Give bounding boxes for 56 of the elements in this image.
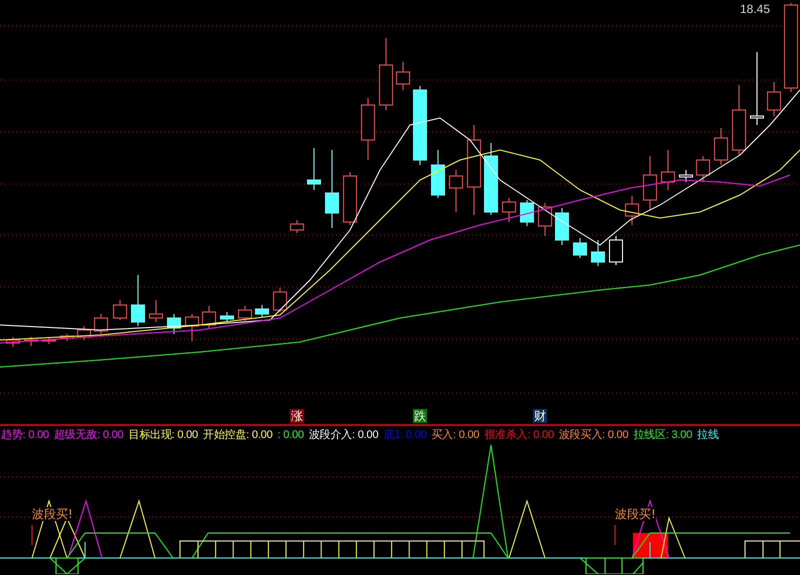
indicator-value: 趋势: 0.00 xyxy=(1,428,49,442)
candlestick xyxy=(555,208,569,246)
candlestick xyxy=(396,62,410,90)
candlestick xyxy=(431,150,445,198)
chart-marker: 财 xyxy=(533,409,547,423)
candlestick xyxy=(573,238,587,258)
candlestick xyxy=(273,288,287,312)
candlestick xyxy=(732,84,746,156)
candlestick xyxy=(591,240,605,266)
indicator-value: 波段买入: 0.00 xyxy=(558,428,628,442)
candlestick xyxy=(767,82,781,116)
signal-label: 波段买! xyxy=(615,507,656,521)
candlestick xyxy=(609,236,623,266)
indicator-value: 拉线 xyxy=(697,428,719,442)
indicator-value: : 0.00 xyxy=(278,428,304,440)
candlestick xyxy=(625,196,639,226)
candlestick xyxy=(42,338,56,344)
indicator-value: 超级无敌: 0.00 xyxy=(54,428,124,442)
candlestick xyxy=(679,170,693,182)
candlestick xyxy=(449,170,463,212)
indicator-value: 买入: 0.00 xyxy=(431,428,480,442)
candlestick xyxy=(255,304,269,318)
candlestick xyxy=(60,334,74,342)
indicator-value: 开始控盘: 0.00 xyxy=(202,428,273,442)
candlestick xyxy=(167,314,181,334)
candlestick xyxy=(113,300,127,320)
candlestick xyxy=(202,306,216,328)
candlestick xyxy=(361,98,375,160)
indicator-value: 很准杀入: 0.00 xyxy=(484,428,554,442)
candlestick xyxy=(307,148,321,190)
candlestick xyxy=(238,306,252,322)
candlestick xyxy=(696,156,710,182)
candlestick xyxy=(661,150,675,190)
candlestick xyxy=(77,326,91,340)
candlestick xyxy=(643,156,657,210)
signal-label: 波段买! xyxy=(32,507,73,521)
chart-marker: 跌 xyxy=(413,409,427,423)
indicator-value: 目标出现: 0.00 xyxy=(128,428,198,442)
candlestick xyxy=(502,198,516,222)
indicator-value: 波段介入: 0.00 xyxy=(308,428,378,442)
candlestick xyxy=(520,200,534,226)
candlestick xyxy=(220,312,234,322)
candlestick xyxy=(290,220,304,234)
indicator-value: 拉线区: 3.00 xyxy=(633,428,692,442)
candlestick xyxy=(185,314,199,342)
candlestick xyxy=(538,202,552,236)
candlestick xyxy=(6,336,20,348)
candlestick xyxy=(149,300,163,322)
last-price-label: 18.45 xyxy=(740,2,770,16)
indicator-value: 底1: 0.00 xyxy=(383,428,426,442)
candlestick xyxy=(343,172,357,226)
candlestick xyxy=(714,128,728,166)
candlestick xyxy=(94,314,108,334)
candlestick xyxy=(24,336,38,346)
candlestick xyxy=(131,274,145,326)
chart-marker: 涨 xyxy=(290,409,304,423)
